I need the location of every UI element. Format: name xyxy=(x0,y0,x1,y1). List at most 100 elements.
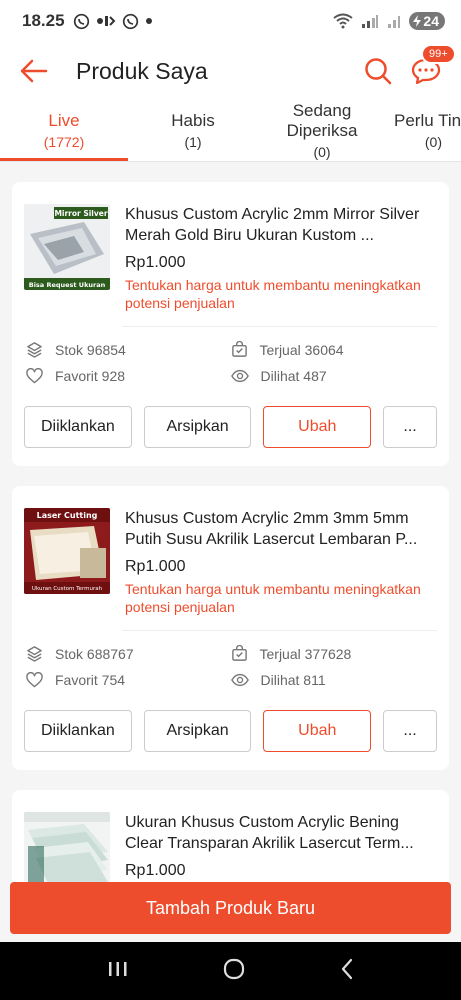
stat-sold-value: Terjual 36064 xyxy=(259,341,344,358)
thumbnail-text: Ukuran Custom Termurah xyxy=(32,586,103,592)
back-nav-button[interactable] xyxy=(339,958,355,985)
product-stats: Stok 688767 Terjual 377628 Favorit 754 D… xyxy=(24,639,437,688)
product-stats: Stok 96854 Terjual 36064 Favorit 928 Dil… xyxy=(24,335,437,384)
tab-label: Live xyxy=(48,110,80,130)
recents-button[interactable] xyxy=(107,960,129,983)
product-image: Laser Cutting Ukuran Custom Termurah xyxy=(24,508,110,594)
stat-sold-value: Terjual 377628 xyxy=(259,645,352,662)
tab-habis[interactable]: Habis (1) xyxy=(128,100,258,161)
network-icon xyxy=(96,14,116,28)
product-name[interactable]: Ukuran Khusus Custom Acrylic Bening Clea… xyxy=(125,812,437,854)
product-thumbnail[interactable] xyxy=(24,812,110,882)
more-button[interactable]: ... xyxy=(383,710,438,752)
product-thumbnail[interactable]: Mirror Silver Bisa Request Ukuran xyxy=(24,204,110,290)
tab-label: Perlu Tin xyxy=(394,110,461,130)
divider xyxy=(122,630,437,631)
stat-sold: Terjual 377628 xyxy=(231,645,436,662)
tab-count: (0) xyxy=(424,133,442,150)
stat-views-value: Dilihat 811 xyxy=(260,672,326,688)
archive-button[interactable]: Arsipkan xyxy=(143,710,252,752)
advertise-button[interactable]: Diiklankan xyxy=(24,406,132,448)
eye-icon xyxy=(230,673,249,687)
status-time: 18.25 xyxy=(22,11,65,30)
tab-count: (1) xyxy=(184,133,202,150)
product-price: Rp1.000 xyxy=(125,862,186,879)
page-title: Produk Saya xyxy=(76,57,208,84)
dot-icon xyxy=(145,17,153,25)
status-bar: 18.25 24 xyxy=(0,0,461,42)
back-button[interactable] xyxy=(16,53,52,89)
product-price: Rp1.000 xyxy=(125,254,186,271)
eye-icon xyxy=(230,369,249,383)
stat-views: Dilihat 811 xyxy=(230,672,436,688)
stat-stock-value: Stok 688767 xyxy=(55,645,134,662)
product-image: Mirror Silver Bisa Request Ukuran xyxy=(24,204,110,290)
product-image xyxy=(24,812,110,882)
whatsapp-icon xyxy=(122,13,139,30)
price-hint: Tentukan harga untuk membantu meningkatk… xyxy=(125,581,421,615)
heart-icon xyxy=(26,368,43,384)
system-nav-bar xyxy=(0,942,461,1000)
home-icon xyxy=(223,958,244,979)
chat-button[interactable]: 99+ xyxy=(409,44,456,88)
search-button[interactable] xyxy=(361,54,395,88)
stat-sold: Terjual 36064 xyxy=(231,341,436,358)
product-price: Rp1.000 xyxy=(125,558,186,575)
archive-button[interactable]: Arsipkan xyxy=(143,406,252,448)
status-tabs: Live (1772) Habis (1) Sedang Diperiksa (… xyxy=(0,100,461,162)
thumbnail-text: Bisa Request Ukuran xyxy=(29,281,106,289)
heart-icon xyxy=(26,672,43,688)
product-actions: Diiklankan Arsipkan Ubah ... xyxy=(24,710,438,752)
chat-badge: 99+ xyxy=(421,44,456,64)
advertise-button[interactable]: Diiklankan xyxy=(24,710,132,752)
stat-stock: Stok 688767 xyxy=(26,645,231,662)
stat-favorite: Favorit 754 xyxy=(26,672,231,688)
stat-stock: Stok 96854 xyxy=(26,341,231,358)
product-name[interactable]: Khusus Custom Acrylic 2mm 3mm 5mm Putih … xyxy=(125,508,437,550)
price-hint: Tentukan harga untuk membantu meningkatk… xyxy=(125,277,421,311)
signal-icon xyxy=(361,14,379,28)
product-card[interactable]: Mirror Silver Bisa Request Ukuran Khusus… xyxy=(12,182,449,466)
product-card[interactable]: Laser Cutting Ukuran Custom Termurah Khu… xyxy=(12,486,449,770)
battery-indicator: 24 xyxy=(409,12,445,30)
signal-icon xyxy=(387,14,401,28)
product-card[interactable]: Ukuran Khusus Custom Acrylic Bening Clea… xyxy=(12,790,449,882)
recents-icon xyxy=(108,961,126,976)
edit-button[interactable]: Ubah xyxy=(263,406,372,448)
tab-perlu-tindakan[interactable]: Perlu Tin (0) xyxy=(386,100,461,161)
add-product-button[interactable]: Tambah Produk Baru xyxy=(10,882,451,934)
home-button[interactable] xyxy=(222,957,246,986)
layers-icon xyxy=(27,342,42,358)
product-list[interactable]: Mirror Silver Bisa Request Ukuran Khusus… xyxy=(0,162,461,882)
thumbnail-text: Mirror Silver xyxy=(54,209,107,218)
layers-icon xyxy=(27,646,42,662)
bag-icon xyxy=(231,341,247,357)
thumbnail-text: Laser Cutting xyxy=(37,511,98,520)
chevron-left-icon xyxy=(341,958,352,979)
tab-live[interactable]: Live (1772) xyxy=(0,100,128,161)
notification-icons xyxy=(73,13,153,30)
product-thumbnail[interactable]: Laser Cutting Ukuran Custom Termurah xyxy=(24,508,110,594)
tab-count: (0) xyxy=(313,143,331,160)
battery-level: 24 xyxy=(423,13,439,29)
tab-sedang-diperiksa[interactable]: Sedang Diperiksa (0) xyxy=(258,100,386,161)
stat-views: Dilihat 487 xyxy=(230,368,436,384)
product-name[interactable]: Khusus Custom Acrylic 2mm Mirror Silver … xyxy=(125,204,437,246)
stat-favorite-value: Favorit 928 xyxy=(55,368,126,384)
tab-label: Sedang Diperiksa xyxy=(286,100,358,140)
bag-icon xyxy=(231,645,247,661)
stat-views-value: Dilihat 487 xyxy=(260,368,327,384)
charging-icon xyxy=(413,15,422,27)
search-icon xyxy=(365,58,392,85)
edit-button[interactable]: Ubah xyxy=(263,710,372,752)
stat-favorite: Favorit 928 xyxy=(26,368,231,384)
product-actions: Diiklankan Arsipkan Ubah ... xyxy=(24,406,438,448)
app-header: Produk Saya 99+ xyxy=(0,42,461,100)
whatsapp-icon xyxy=(73,13,90,30)
wifi-icon xyxy=(333,13,354,29)
arrow-left-icon xyxy=(20,59,48,83)
tab-count: (1772) xyxy=(43,133,85,150)
more-button[interactable]: ... xyxy=(383,406,438,448)
tab-label: Habis xyxy=(171,110,215,130)
stat-stock-value: Stok 96854 xyxy=(55,341,126,358)
